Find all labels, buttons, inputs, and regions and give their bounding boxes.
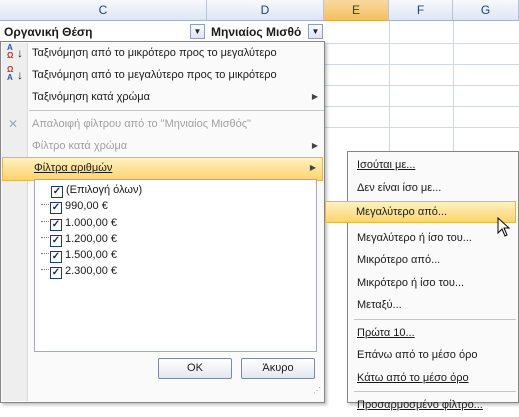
number-filters-submenu: Ισούται με... Δεν είναι ίσο με... Μεγαλύ… bbox=[347, 151, 519, 411]
filter-values-list[interactable]: ✓ (Επιλογή όλων) ✓ 990,00 € ✓ 1.000,00 € ✓ 1… bbox=[34, 179, 317, 352]
tree-line bbox=[41, 236, 49, 238]
submenu-item-greater-equal[interactable]: Μεγαλύτερο ή ίσο του... bbox=[348, 227, 518, 250]
submenu-label: Πρώτα 10... bbox=[357, 326, 415, 339]
tree-line bbox=[41, 220, 49, 222]
submenu-label: Κάτω από το μέσο όρο bbox=[357, 371, 469, 384]
submenu-label: Μεγαλύτερο από... bbox=[356, 206, 448, 218]
header-cell-position[interactable]: Οργανική Θέση bbox=[0, 21, 188, 43]
mouse-cursor-icon bbox=[497, 217, 511, 237]
value-label: 1.500,00 € bbox=[65, 249, 117, 262]
list-item[interactable]: ✓ 1.500,00 € bbox=[35, 247, 316, 264]
column-header-c[interactable]: C bbox=[0, 0, 207, 21]
list-item[interactable]: ✓ 2.300,00 € bbox=[35, 263, 316, 280]
menu-separator bbox=[354, 391, 516, 392]
value-label: 1.200,00 € bbox=[65, 232, 117, 245]
submenu-item-below-average[interactable]: Κάτω από το μέσο όρο bbox=[348, 367, 518, 390]
tree-line bbox=[41, 269, 49, 271]
submenu-label: Δεν είναι ίσο με... bbox=[357, 181, 442, 194]
autofilter-menu: AΩ ↓ Ταξινόμηση από το μικρότερο προς το… bbox=[0, 41, 325, 403]
resize-grip-icon[interactable]: ⋰ bbox=[313, 387, 321, 395]
filter-by-color-item[interactable]: Φίλτρο κατά χρώμα ▶ bbox=[1, 135, 324, 157]
checkbox[interactable]: ✓ bbox=[50, 267, 62, 280]
submenu-label: Μεταξύ... bbox=[357, 299, 402, 311]
submenu-label: Ισούται με... bbox=[357, 159, 416, 171]
submenu-item-less-equal[interactable]: Μικρότερο ή ίσο του... bbox=[348, 272, 518, 295]
gridline bbox=[324, 106, 519, 107]
clear-filter-label: Απαλοιφή φίλτρου από το "Μηνιαίος Μισθός… bbox=[32, 118, 251, 130]
gridline bbox=[324, 127, 519, 128]
sort-ascending-icon: AΩ bbox=[7, 43, 14, 60]
list-item[interactable]: ✓ 1.000,00 € bbox=[35, 215, 316, 231]
checkbox[interactable]: ✓ bbox=[50, 234, 62, 247]
number-filters-item[interactable]: Φίλτρα αριθμών ▶ bbox=[2, 157, 323, 181]
submenu-item-above-average[interactable]: Επάνω από το μέσο όρο bbox=[348, 344, 518, 367]
list-item[interactable]: ✓ 1.200,00 € bbox=[35, 231, 316, 247]
down-arrow-icon: ↓ bbox=[17, 68, 23, 82]
submenu-label: Μικρότερο από... bbox=[357, 254, 441, 266]
value-label: 1.000,00 € bbox=[65, 216, 117, 229]
checkbox[interactable]: ✓ bbox=[50, 218, 62, 231]
filter-by-color-label: Φίλτρο κατά χρώμα bbox=[32, 140, 128, 152]
value-label: 2.300,00 € bbox=[65, 265, 117, 278]
gridline bbox=[324, 85, 519, 86]
clear-filter-icon: ✕ bbox=[8, 117, 19, 131]
filter-dropdown-button[interactable]: ▼ bbox=[308, 24, 323, 39]
submenu-item-between[interactable]: Μεταξύ... bbox=[348, 294, 518, 317]
ok-button[interactable]: OK bbox=[158, 358, 232, 379]
filter-applied-button[interactable]: ▼ bbox=[190, 24, 205, 39]
filter-icon: ▼ bbox=[193, 27, 202, 36]
sort-ascending-label: Ταξινόμηση από το μικρότερο προς το μεγα… bbox=[32, 47, 277, 59]
column-header-f[interactable]: F bbox=[389, 0, 453, 21]
value-label: 990,00 € bbox=[65, 200, 108, 213]
column-header-d[interactable]: D bbox=[207, 0, 324, 21]
number-filters-label: Φίλτρα αριθμών bbox=[34, 162, 113, 174]
tree-line bbox=[41, 204, 49, 206]
submenu-arrow-icon: ▶ bbox=[311, 141, 318, 150]
sort-ascending-item[interactable]: AΩ ↓ Ταξινόμηση από το μικρότερο προς το… bbox=[1, 42, 324, 64]
submenu-label: Μεγαλύτερο ή ίσο του... bbox=[357, 231, 472, 244]
sort-by-color-item[interactable]: Ταξινόμηση κατά χρώμα ▶ bbox=[1, 86, 324, 108]
column-header-g[interactable]: G bbox=[453, 0, 519, 21]
checkbox[interactable]: ✓ bbox=[51, 186, 63, 198]
clear-filter-item[interactable]: ✕ Απαλοιφή φίλτρου από το "Μηνιαίος Μισθ… bbox=[1, 113, 324, 135]
list-item[interactable]: ✓ 990,00 € bbox=[35, 198, 316, 215]
value-label: (Επιλογή όλων) bbox=[66, 184, 143, 196]
column-header-e[interactable]: E bbox=[324, 0, 389, 21]
submenu-item-top-10[interactable]: Πρώτα 10... bbox=[348, 322, 518, 345]
checkbox[interactable]: ✓ bbox=[50, 202, 62, 215]
menu-separator bbox=[29, 110, 324, 111]
submenu-item-custom-filter[interactable]: Προσαρμοσμένο φίλτρο... bbox=[348, 394, 518, 417]
header-cell-salary[interactable]: Μηνιαίος Μισθό bbox=[207, 21, 309, 43]
submenu-label: Μικρότερο ή ίσο του... bbox=[357, 276, 465, 289]
cancel-button[interactable]: Άκυρο bbox=[241, 358, 315, 379]
submenu-item-greater-highlighted[interactable]: Μεγαλύτερο από... bbox=[325, 201, 516, 223]
submenu-arrow-icon: ▶ bbox=[309, 163, 316, 172]
tree-line bbox=[41, 253, 49, 255]
submenu-item-equals[interactable]: Ισούται με... bbox=[348, 154, 518, 177]
down-arrow-icon: ↓ bbox=[17, 46, 23, 60]
sort-descending-item[interactable]: ΩA ↓ Ταξινόμηση από το μεγαλύτερο προς τ… bbox=[1, 64, 324, 86]
chevron-down-icon: ▼ bbox=[311, 27, 320, 36]
sort-descending-label: Ταξινόμηση από το μεγαλύτερο προς το μικ… bbox=[32, 69, 277, 81]
submenu-label: Επάνω από το μέσο όρο bbox=[357, 349, 478, 361]
checkbox[interactable]: ✓ bbox=[50, 251, 62, 264]
sort-descending-icon: ΩA bbox=[7, 65, 14, 82]
list-item[interactable]: ✓ (Επιλογή όλων) bbox=[35, 182, 316, 198]
sort-by-color-label: Ταξινόμηση κατά χρώμα bbox=[32, 91, 150, 103]
menu-separator bbox=[354, 318, 516, 320]
submenu-item-not-equal[interactable]: Δεν είναι ίσο με... bbox=[348, 177, 518, 200]
submenu-label: Προσαρμοσμένο φίλτρο... bbox=[357, 399, 483, 411]
submenu-item-less[interactable]: Μικρότερο από... bbox=[348, 249, 518, 272]
gridline bbox=[324, 64, 519, 65]
submenu-arrow-icon: ▶ bbox=[311, 92, 318, 101]
